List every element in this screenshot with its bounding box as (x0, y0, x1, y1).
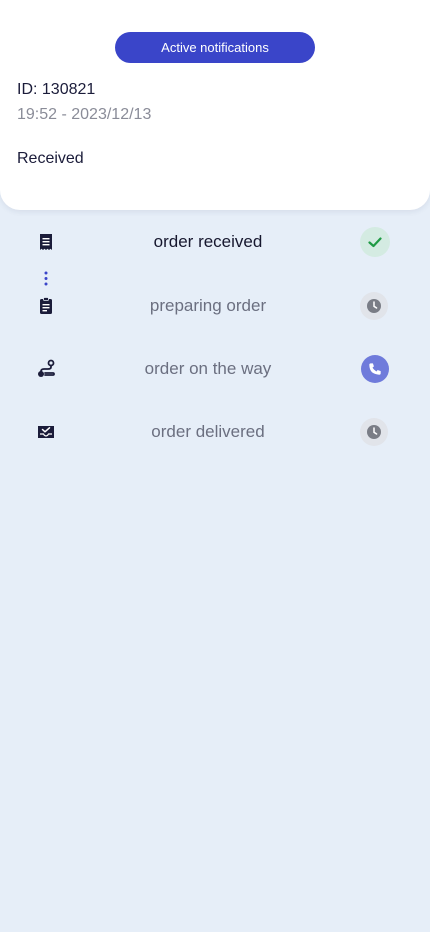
delivery-route-icon (36, 359, 56, 379)
phone-icon[interactable] (361, 355, 389, 383)
clock-icon (360, 418, 388, 446)
step-label: order on the way (144, 359, 272, 378)
step-order-delivered: order delivered (0, 412, 430, 452)
step-label: order delivered (151, 422, 265, 441)
order-datetime: 19:52 - 2023/12/13 (17, 106, 152, 123)
step-order-received: order received (0, 222, 430, 262)
step-label: preparing order (149, 296, 267, 315)
step-label: order received (153, 232, 263, 251)
clock-icon (360, 292, 388, 320)
step-order-on-the-way: order on the way (0, 349, 430, 389)
order-id: ID: 130821 (17, 81, 96, 98)
order-summary-card: Active notifications ID: 130821 19:52 - … (0, 0, 430, 210)
step-preparing-order: preparing order (0, 286, 430, 326)
active-notifications-button[interactable]: Active notifications (115, 32, 315, 63)
check-icon (360, 227, 390, 257)
progress-connector (44, 271, 48, 286)
clipboard-icon (36, 296, 56, 316)
inbox-check-icon (36, 422, 56, 442)
order-status: Received (17, 150, 84, 167)
receipt-icon (36, 232, 56, 252)
